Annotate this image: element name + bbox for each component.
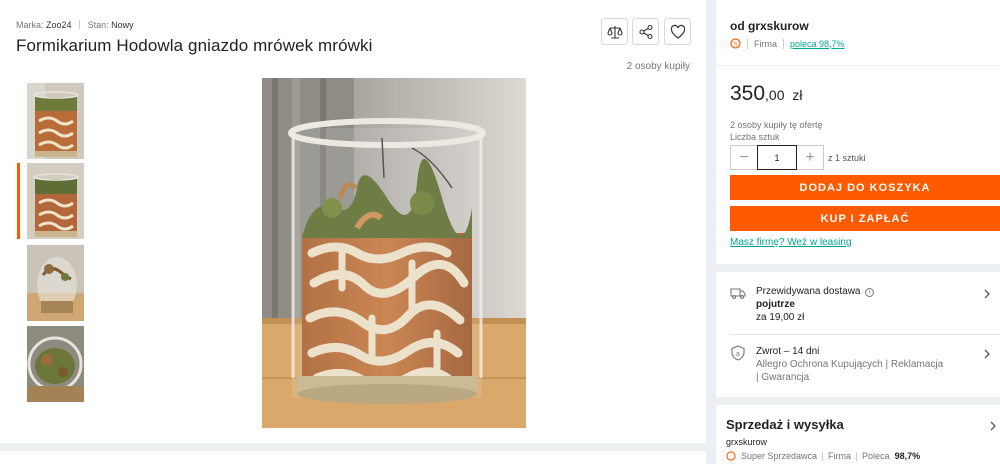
sales-recommend-label: Poleca: [862, 451, 890, 461]
seller-divider: [783, 38, 784, 49]
lower-section-card: [0, 451, 706, 464]
delivery-info: Przewidywana dostawa i pojutrze za 19,00…: [756, 285, 875, 324]
share-icon: [638, 24, 653, 39]
buy-now-button[interactable]: KUP I ZAPŁAĆ: [730, 206, 1000, 231]
delivery-when: pojutrze: [756, 299, 795, 310]
condition-value: Nowy: [111, 20, 134, 30]
truck-icon: [730, 288, 746, 300]
main-product-photo[interactable]: [262, 78, 526, 428]
seller-divider: [747, 38, 748, 49]
brand-label: Marka:: [16, 20, 44, 30]
divider: [856, 451, 858, 461]
available-units: z 1 sztuki: [828, 153, 866, 163]
delivery-cost: za 19,00 zł: [756, 312, 805, 323]
product-meta: Marka: Zoo24 Stan: Nowy: [16, 20, 134, 30]
quantity-label: Liczba sztuk: [730, 132, 780, 142]
svg-text:S: S: [733, 42, 737, 48]
compare-icon: [606, 25, 623, 39]
add-to-cart-button[interactable]: DODAJ DO KOSZYKA: [730, 175, 1000, 200]
bought-count: 2 osoby kupiły: [626, 61, 690, 72]
seller-info-row: S Firma poleca 98,7%: [730, 38, 845, 49]
share-button[interactable]: [632, 18, 659, 45]
decrease-quantity-button[interactable]: −: [731, 146, 757, 169]
meta-divider: [79, 20, 81, 29]
return-info: Zwrot – 14 dni Allegro Ochrona Kupującyc…: [756, 345, 943, 384]
heart-icon: [670, 24, 685, 39]
delivery-box: Przewidywana dostawa i pojutrze za 19,00…: [716, 272, 1000, 397]
buy-box-divider: [716, 65, 1000, 66]
condition-label: Stan:: [87, 20, 109, 30]
product-card: Marka: Zoo24 Stan: Nowy Formikarium Hodo…: [0, 0, 706, 443]
thumbnail-1[interactable]: [27, 83, 84, 159]
chevron-right-icon: [984, 289, 990, 299]
shield-icon: a: [731, 345, 745, 361]
super-seller-badge-icon: S: [730, 38, 741, 49]
return-line-2: | Gwarancja: [756, 372, 810, 383]
quantity-input[interactable]: 1: [757, 145, 797, 170]
active-thumbnail-indicator: [17, 163, 20, 239]
sales-shipping-title: Sprzedaż i wysyłka: [726, 417, 844, 432]
sales-seller-info: Super Sprzedawca Firma Poleca 98,7%: [726, 451, 920, 461]
delivery-row[interactable]: Przewidywana dostawa i pojutrze za 19,00…: [716, 272, 1000, 334]
increase-quantity-button[interactable]: +: [797, 146, 823, 169]
super-seller-label: Super Sprzedawca: [741, 451, 818, 461]
chevron-right-icon[interactable]: [988, 421, 998, 431]
sales-recommend-value: 98,7%: [894, 451, 921, 461]
thumbnail-2[interactable]: [27, 163, 84, 239]
info-icon[interactable]: i: [865, 288, 875, 297]
buy-box: od grxskurow S Firma poleca 98,7% 350,00…: [716, 0, 1000, 264]
delivery-label: Przewidywana dostawa: [756, 286, 861, 297]
svg-text:a: a: [736, 351, 740, 358]
sales-shipping-box: Sprzedaż i wysyłka grxskurow Super Sprze…: [716, 405, 1000, 464]
price-currency: zł: [792, 87, 803, 103]
price: 350,00 zł: [730, 82, 802, 106]
divider: [822, 451, 824, 461]
compare-button[interactable]: [601, 18, 628, 45]
price-decimal: ,00: [765, 87, 785, 103]
return-title: Zwrot – 14 dni: [756, 346, 820, 357]
sales-seller-name[interactable]: grxskurow: [726, 437, 767, 447]
chevron-right-icon: [984, 349, 990, 359]
return-line-1: Allegro Ochrona Kupujących | Reklamacja: [756, 359, 944, 370]
favorite-button[interactable]: [664, 18, 691, 45]
leasing-link[interactable]: Masz firmę? Weź w leasing: [730, 237, 852, 248]
thumbnail-4[interactable]: [27, 326, 84, 402]
seller-name[interactable]: od grxskurow: [730, 19, 809, 33]
brand-value[interactable]: Zoo24: [46, 20, 72, 30]
return-row[interactable]: a Zwrot – 14 dni Allegro Ochrona Kupując…: [716, 335, 1000, 397]
bought-offer-text: 2 osoby kupiły tę ofertę: [730, 120, 823, 130]
price-integer: 350: [730, 82, 766, 105]
super-seller-badge-icon: [726, 451, 736, 461]
seller-recommend-link[interactable]: poleca 98,7%: [790, 39, 845, 49]
quantity-stepper: − 1 +: [730, 145, 824, 170]
sales-seller-type: Firma: [828, 451, 852, 461]
thumbnail-3[interactable]: [27, 245, 84, 321]
product-title: Formikarium Hodowla gniazdo mrówek mrówk…: [16, 36, 373, 55]
seller-type: Firma: [754, 38, 777, 49]
